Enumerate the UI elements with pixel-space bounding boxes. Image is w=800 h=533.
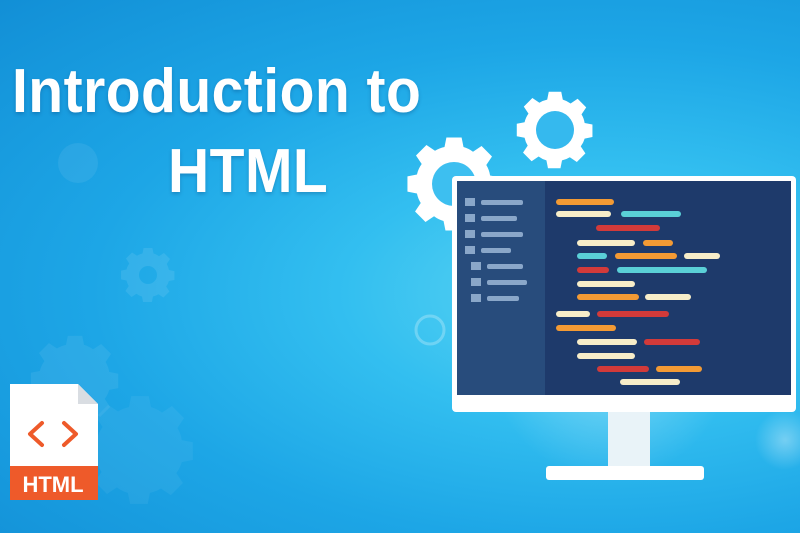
- page-title: Introduction to HTML: [0, 52, 520, 212]
- gear-icon: [516, 91, 593, 169]
- faint-gear-icon: [86, 396, 193, 504]
- banner: Introduction to HTML HTML: [0, 0, 800, 533]
- title-line-2: HTML: [168, 137, 329, 206]
- html-file-label: HTML: [22, 472, 84, 497]
- title-line-1: Introduction to: [12, 57, 422, 126]
- faint-gear-icon: [121, 248, 175, 302]
- monitor-icon: [452, 176, 796, 480]
